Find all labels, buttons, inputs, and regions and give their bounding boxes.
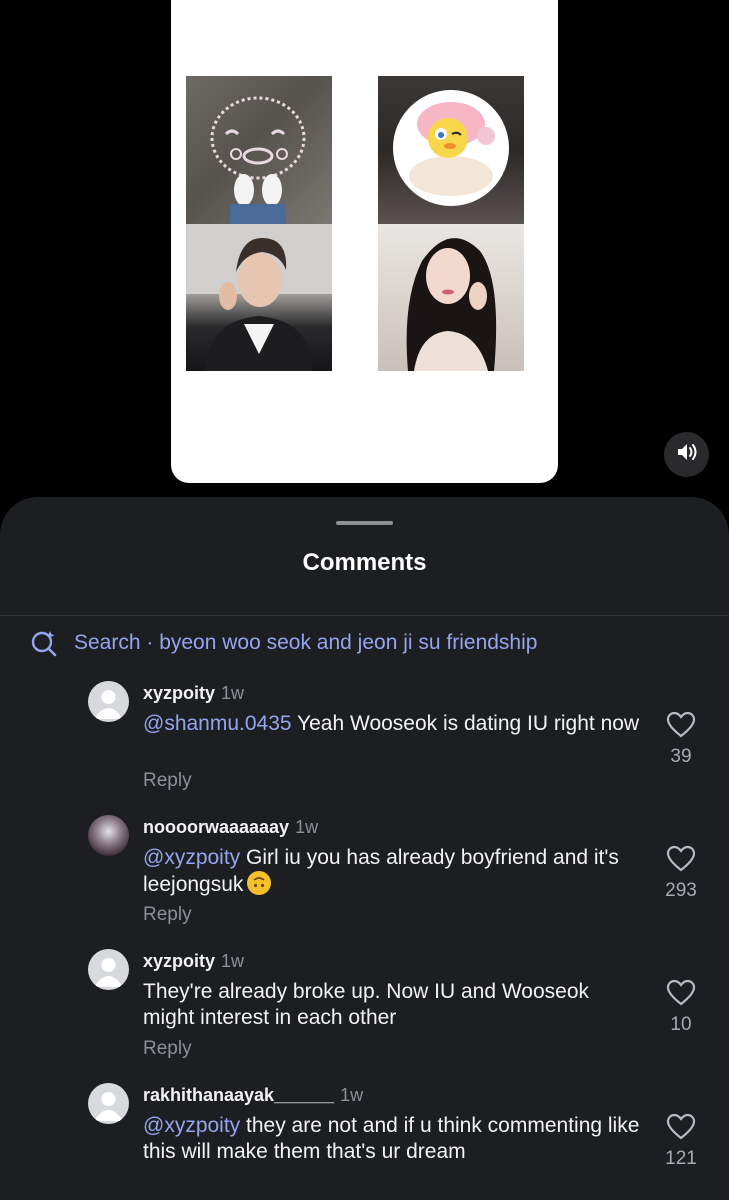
mention-link[interactable]: @xyzpoity	[143, 846, 240, 869]
reply-button[interactable]: Reply	[143, 1038, 192, 1060]
speaker-icon	[676, 442, 698, 467]
heart-icon	[666, 845, 696, 872]
search-sparkle-icon	[30, 629, 58, 657]
comments-sheet[interactable]: Comments Search · byeon woo seok and jeo…	[0, 497, 729, 1200]
like-count: 39	[670, 746, 692, 767]
like-count: 121	[665, 1148, 697, 1169]
comment-time: 1w	[221, 951, 245, 971]
sheet-drag-handle[interactable]	[336, 521, 393, 525]
comment-text: They're already broke up. Now IU and Woo…	[143, 980, 590, 1029]
comment-time: 1w	[295, 817, 319, 837]
like-count: 10	[670, 1014, 692, 1035]
comment-text: @shanmu.0435 Yeah Wooseok is dating IU r…	[143, 712, 640, 735]
like-button[interactable]: 121	[663, 1113, 699, 1173]
comment-username[interactable]: xyzpoity	[143, 683, 215, 703]
photo-woman-portrait	[378, 224, 524, 371]
heart-icon	[666, 1113, 696, 1140]
upside-down-face-emoji-icon	[247, 871, 272, 895]
heart-icon	[666, 711, 696, 738]
reply-button[interactable]: Reply	[143, 904, 192, 926]
like-button[interactable]: 10	[663, 979, 699, 1039]
heart-icon	[666, 979, 696, 1006]
reply-button[interactable]: Reply	[143, 770, 192, 792]
comment-text: @xyzpoity Girl iu you has already boyfri…	[143, 846, 619, 896]
like-count: 293	[665, 880, 697, 901]
comment-username[interactable]: xyzpoity	[143, 951, 215, 971]
avatar-default[interactable]	[88, 949, 129, 990]
photo-man-portrait	[186, 224, 332, 371]
comment-time: 1w	[221, 683, 245, 703]
avatar-default[interactable]	[88, 1083, 129, 1124]
comment-username[interactable]: rakhithanaayak______	[143, 1085, 334, 1105]
related-search-link[interactable]: Search · byeon woo seok and jeon ji su f…	[30, 628, 537, 658]
comment-time: 1w	[340, 1085, 364, 1105]
divider	[0, 615, 729, 616]
related-search-text: Search · byeon woo seok and jeon ji su f…	[74, 631, 538, 654]
story-media-area[interactable]	[0, 0, 729, 500]
sheet-title: Comments	[302, 549, 427, 576]
photo-chalk-drawing	[186, 76, 332, 224]
like-button[interactable]: 39	[663, 711, 699, 771]
like-button[interactable]: 293	[663, 845, 699, 905]
sound-toggle-button[interactable]	[664, 432, 709, 477]
avatar-default[interactable]	[88, 681, 129, 722]
comment-username[interactable]: noooorwaaaaaay	[143, 817, 289, 837]
mention-link[interactable]: @xyzpoity	[143, 1114, 240, 1137]
mention-link[interactable]: @shanmu.0435	[143, 712, 292, 735]
avatar-photo[interactable]	[88, 815, 129, 856]
comment-text: @xyzpoity they are not and if u think co…	[143, 1114, 640, 1163]
photo-cartoon-avatar	[378, 76, 524, 224]
